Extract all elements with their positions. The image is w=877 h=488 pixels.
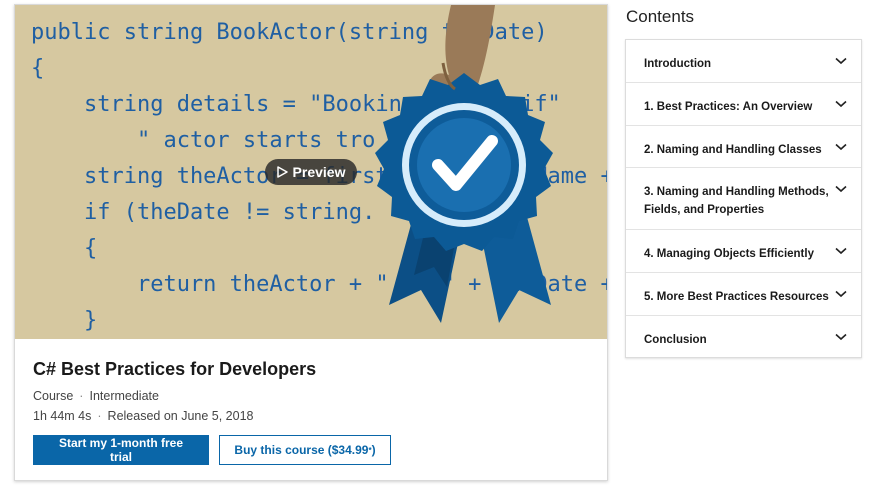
toc-item-naming-methods[interactable]: 3. Naming and Handling Methods, Fields, … xyxy=(626,168,861,230)
chevron-down-icon xyxy=(835,126,847,154)
toc-item-label: 2. Naming and Handling Classes xyxy=(644,144,822,156)
code-line: } xyxy=(31,308,98,333)
table-of-contents: Introduction 1. Best Practices: An Overv… xyxy=(625,39,862,358)
toc-item-label: 4. Managing Objects Efficiently xyxy=(644,248,814,260)
preview-button[interactable]: Preview xyxy=(265,159,357,185)
separator: · xyxy=(79,389,84,403)
separator: · xyxy=(97,409,102,423)
toc-item-label: 1. Best Practices: An Overview xyxy=(644,101,813,113)
course-release-date: Released on June 5, 2018 xyxy=(107,409,254,423)
chevron-down-icon xyxy=(835,230,847,258)
preview-label: Preview xyxy=(292,164,346,180)
chevron-down-icon xyxy=(835,40,847,68)
toc-item-managing-objects[interactable]: 4. Managing Objects Efficiently xyxy=(626,230,861,273)
code-line: { xyxy=(31,56,45,81)
contents-heading: Contents xyxy=(626,7,695,26)
code-line: if (theDate != string. xyxy=(31,200,376,225)
toc-item-best-practices-overview[interactable]: 1. Best Practices: An Overview xyxy=(626,83,861,126)
toc-item-naming-classes[interactable]: 2. Naming and Handling Classes xyxy=(626,126,861,168)
code-line: " actor starts tro xyxy=(31,128,376,153)
course-meta-duration: 1h 44m 4s · Released on June 5, 2018 xyxy=(33,406,316,426)
course-card: public string BookActor(string theDate) … xyxy=(14,4,608,481)
toc-item-introduction[interactable]: Introduction xyxy=(626,40,861,83)
course-level: Intermediate xyxy=(89,389,159,403)
chevron-down-icon xyxy=(835,273,847,301)
course-duration: 1h 44m 4s xyxy=(33,409,92,423)
course-type: Course xyxy=(33,389,74,403)
action-buttons: Start my 1-month free trial Buy this cou… xyxy=(33,435,391,465)
award-ribbon-icon xyxy=(375,5,553,323)
toc-item-label: 5. More Best Practices Resources xyxy=(644,291,829,303)
chevron-down-icon xyxy=(835,168,847,196)
code-line: { xyxy=(31,236,98,261)
course-meta-type: Course · Intermediate xyxy=(33,386,316,406)
chevron-down-icon xyxy=(835,316,847,344)
buy-course-label: Buy this course ($34.99 xyxy=(234,443,369,457)
toc-item-label: 3. Naming and Handling Methods, Fields, … xyxy=(644,186,829,216)
toc-item-label: Conclusion xyxy=(644,334,707,346)
course-title: C# Best Practices for Developers xyxy=(33,359,317,379)
course-hero-image[interactable]: public string BookActor(string theDate) … xyxy=(15,5,607,339)
chevron-down-icon xyxy=(835,83,847,111)
toc-item-label: Introduction xyxy=(644,58,712,70)
play-icon xyxy=(276,166,288,178)
toc-item-conclusion[interactable]: Conclusion xyxy=(626,316,861,357)
free-trial-button[interactable]: Start my 1-month free trial xyxy=(33,435,209,465)
buy-course-label-close: ) xyxy=(371,443,376,457)
buy-course-button[interactable]: Buy this course ($34.99 *) xyxy=(219,435,391,465)
toc-item-more-resources[interactable]: 5. More Best Practices Resources xyxy=(626,273,861,316)
course-info: C# Best Practices for Developers Course ·… xyxy=(33,359,316,426)
